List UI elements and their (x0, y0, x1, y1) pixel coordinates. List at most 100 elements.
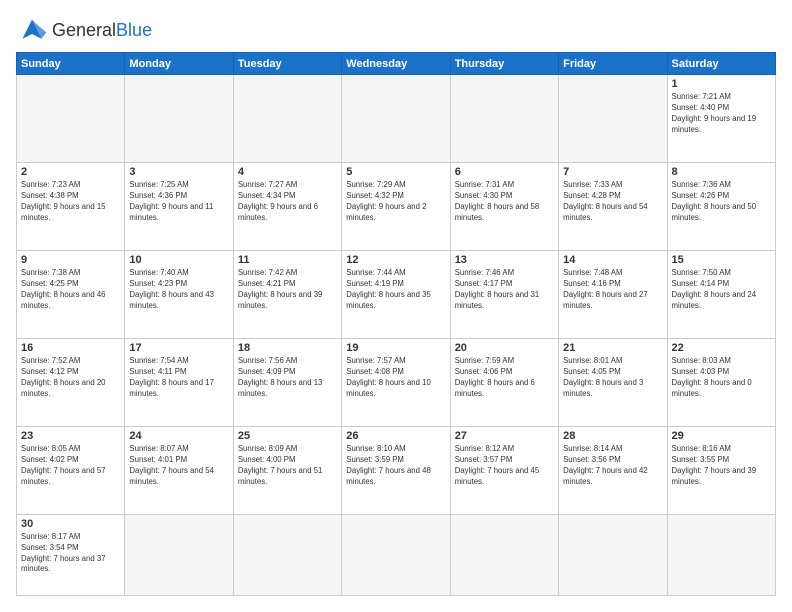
calendar-cell: 18 Sunrise: 7:56 AMSunset: 4:09 PMDayligh… (233, 338, 341, 426)
day-info: Sunrise: 8:16 AMSunset: 3:55 PMDaylight:… (672, 444, 771, 488)
day-number: 24 (129, 430, 228, 442)
header: GeneralBlue (16, 16, 776, 44)
calendar-cell: 2 Sunrise: 7:23 AMSunset: 4:38 PMDaylight… (17, 162, 125, 250)
day-number: 23 (21, 430, 120, 442)
calendar-cell: 21 Sunrise: 8:01 AMSunset: 4:05 PMDayligh… (559, 338, 667, 426)
calendar-cell (233, 514, 341, 595)
day-number: 7 (563, 166, 662, 178)
calendar-cell: 15Sunrise: 7:50 AMSunset: 4:14 PMDayligh… (667, 250, 775, 338)
calendar-cell (559, 75, 667, 163)
calendar-cell (342, 75, 450, 163)
calendar-cell: 28 Sunrise: 8:14 AMSunset: 3:56 PMDayligh… (559, 426, 667, 514)
day-number: 12 (346, 254, 445, 266)
day-number: 15 (672, 254, 771, 266)
header-friday: Friday (559, 53, 667, 75)
day-number: 18 (238, 342, 337, 354)
day-info: Sunrise: 7:56 AMSunset: 4:09 PMDaylight:… (238, 356, 337, 400)
page: GeneralBlue Sunday Monday Tuesday Wednes… (0, 0, 792, 612)
calendar-cell: 17Sunrise: 7:54 AMSunset: 4:11 PMDayligh… (125, 338, 233, 426)
day-number: 6 (455, 166, 554, 178)
day-number: 26 (346, 430, 445, 442)
day-info: Sunrise: 7:59 AMSunset: 4:06 PMDaylight:… (455, 356, 554, 400)
day-info: Sunrise: 7:25 AMSunset: 4:36 PMDaylight:… (129, 180, 228, 224)
day-info: Sunrise: 7:21 AMSunset: 4:40 PMDaylight:… (672, 92, 771, 136)
calendar-cell: 20 Sunrise: 7:59 AMSunset: 4:06 PMDayligh… (450, 338, 558, 426)
calendar-cell: 13 Sunrise: 7:46 AMSunset: 4:17 PMDayligh… (450, 250, 558, 338)
day-number: 11 (238, 254, 337, 266)
logo: GeneralBlue (16, 16, 152, 44)
day-info: Sunrise: 7:48 AMSunset: 4:16 PMDaylight:… (563, 268, 662, 312)
calendar-cell: 19 Sunrise: 7:57 AMSunset: 4:08 PMDayligh… (342, 338, 450, 426)
day-info: Sunrise: 7:27 AMSunset: 4:34 PMDaylight:… (238, 180, 337, 224)
day-info: Sunrise: 8:07 AMSunset: 4:01 PMDaylight:… (129, 444, 228, 488)
calendar-cell: 30 Sunrise: 8:17 AMSunset: 3:54 PMDayligh… (17, 514, 125, 595)
day-number: 16 (21, 342, 120, 354)
day-number: 3 (129, 166, 228, 178)
day-info: Sunrise: 7:23 AMSunset: 4:38 PMDaylight:… (21, 180, 120, 224)
day-info: Sunrise: 8:03 AMSunset: 4:03 PMDaylight:… (672, 356, 771, 400)
day-info: Sunrise: 7:44 AMSunset: 4:19 PMDaylight:… (346, 268, 445, 312)
day-info: Sunrise: 8:17 AMSunset: 3:54 PMDaylight:… (21, 532, 120, 576)
day-info: Sunrise: 8:09 AMSunset: 4:00 PMDaylight:… (238, 444, 337, 488)
day-number: 2 (21, 166, 120, 178)
day-number: 19 (346, 342, 445, 354)
header-wednesday: Wednesday (342, 53, 450, 75)
day-info: Sunrise: 8:10 AMSunset: 3:59 PMDaylight:… (346, 444, 445, 488)
day-number: 28 (563, 430, 662, 442)
header-sunday: Sunday (17, 53, 125, 75)
day-info: Sunrise: 7:52 AMSunset: 4:12 PMDaylight:… (21, 356, 120, 400)
weekday-header-row: Sunday Monday Tuesday Wednesday Thursday… (17, 53, 776, 75)
day-number: 10 (129, 254, 228, 266)
day-info: Sunrise: 8:05 AMSunset: 4:02 PMDaylight:… (21, 444, 120, 488)
day-number: 13 (455, 254, 554, 266)
calendar-cell: 8 Sunrise: 7:36 AMSunset: 4:26 PMDaylight… (667, 162, 775, 250)
calendar-cell: 14Sunrise: 7:48 AMSunset: 4:16 PMDayligh… (559, 250, 667, 338)
calendar-cell (342, 514, 450, 595)
day-info: Sunrise: 7:36 AMSunset: 4:26 PMDaylight:… (672, 180, 771, 224)
day-number: 30 (21, 518, 120, 530)
calendar-cell: 22 Sunrise: 8:03 AMSunset: 4:03 PMDayligh… (667, 338, 775, 426)
day-info: Sunrise: 7:29 AMSunset: 4:32 PMDaylight:… (346, 180, 445, 224)
day-number: 20 (455, 342, 554, 354)
calendar-cell: 12 Sunrise: 7:44 AMSunset: 4:19 PMDayligh… (342, 250, 450, 338)
header-saturday: Saturday (667, 53, 775, 75)
day-number: 8 (672, 166, 771, 178)
day-number: 9 (21, 254, 120, 266)
calendar-cell: 27Sunrise: 8:12 AMSunset: 3:57 PMDayligh… (450, 426, 558, 514)
calendar-cell: 4Sunrise: 7:27 AMSunset: 4:34 PMDaylight… (233, 162, 341, 250)
calendar-cell (559, 514, 667, 595)
day-info: Sunrise: 7:33 AMSunset: 4:28 PMDaylight:… (563, 180, 662, 224)
calendar-cell: 16 Sunrise: 7:52 AMSunset: 4:12 PMDayligh… (17, 338, 125, 426)
header-thursday: Thursday (450, 53, 558, 75)
day-number: 1 (672, 78, 771, 90)
calendar-cell: 6 Sunrise: 7:31 AMSunset: 4:30 PMDaylight… (450, 162, 558, 250)
day-number: 21 (563, 342, 662, 354)
calendar-cell (667, 514, 775, 595)
day-info: Sunrise: 8:14 AMSunset: 3:56 PMDaylight:… (563, 444, 662, 488)
day-info: Sunrise: 7:31 AMSunset: 4:30 PMDaylight:… (455, 180, 554, 224)
calendar-cell (125, 75, 233, 163)
day-info: Sunrise: 7:57 AMSunset: 4:08 PMDaylight:… (346, 356, 445, 400)
calendar-cell: 24 Sunrise: 8:07 AMSunset: 4:01 PMDayligh… (125, 426, 233, 514)
day-info: Sunrise: 7:40 AMSunset: 4:23 PMDaylight:… (129, 268, 228, 312)
calendar-cell: 23 Sunrise: 8:05 AMSunset: 4:02 PMDayligh… (17, 426, 125, 514)
calendar-cell (233, 75, 341, 163)
calendar-cell: 29 Sunrise: 8:16 AMSunset: 3:55 PMDayligh… (667, 426, 775, 514)
calendar-cell: 7 Sunrise: 7:33 AMSunset: 4:28 PMDaylight… (559, 162, 667, 250)
day-number: 25 (238, 430, 337, 442)
day-info: Sunrise: 8:12 AMSunset: 3:57 PMDaylight:… (455, 444, 554, 488)
calendar-cell: 3 Sunrise: 7:25 AMSunset: 4:36 PMDaylight… (125, 162, 233, 250)
calendar-cell: 1 Sunrise: 7:21 AMSunset: 4:40 PMDaylight… (667, 75, 775, 163)
day-number: 22 (672, 342, 771, 354)
day-info: Sunrise: 7:46 AMSunset: 4:17 PMDaylight:… (455, 268, 554, 312)
day-info: Sunrise: 8:01 AMSunset: 4:05 PMDaylight:… (563, 356, 662, 400)
calendar-cell: 25 Sunrise: 8:09 AMSunset: 4:00 PMDayligh… (233, 426, 341, 514)
logo-text: GeneralBlue (52, 20, 152, 41)
day-info: Sunrise: 7:42 AMSunset: 4:21 PMDaylight:… (238, 268, 337, 312)
calendar-cell (450, 514, 558, 595)
calendar-table: Sunday Monday Tuesday Wednesday Thursday… (16, 52, 776, 596)
header-tuesday: Tuesday (233, 53, 341, 75)
day-number: 5 (346, 166, 445, 178)
day-number: 29 (672, 430, 771, 442)
logo-icon (16, 16, 48, 44)
